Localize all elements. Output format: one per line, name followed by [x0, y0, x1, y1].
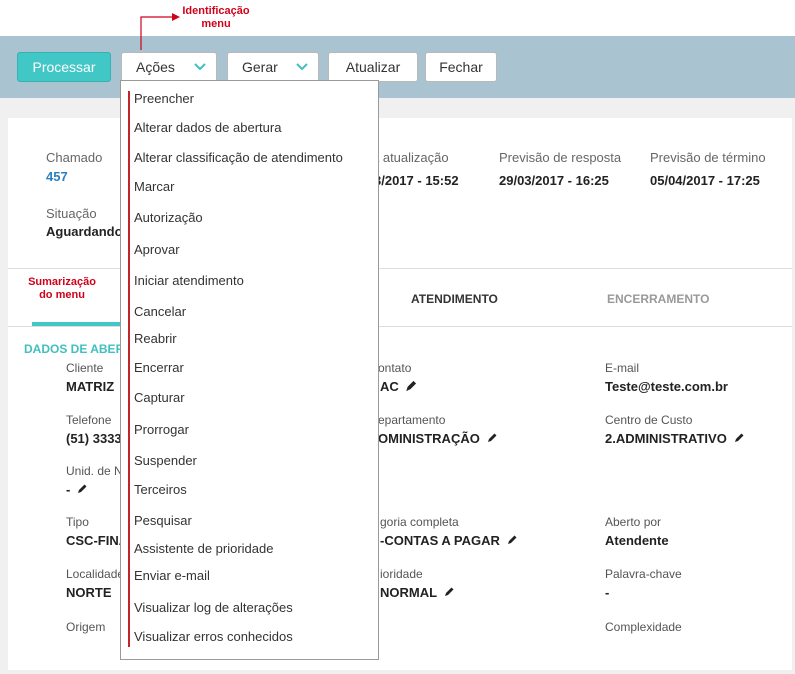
prioridade-label: ioridade: [380, 567, 423, 581]
menu-summary-bar: [128, 91, 130, 647]
annotation-top-line1: Identificação: [182, 5, 250, 17]
cliente-label: Cliente: [66, 361, 104, 375]
menu-item-preencher[interactable]: Preencher: [134, 91, 194, 106]
acoes-dropdown-menu: Preencher Alterar dados de abertura Alte…: [120, 80, 379, 660]
complexidade-label: Complexidade: [605, 620, 682, 634]
gerar-dropdown-button[interactable]: Gerar: [227, 52, 319, 82]
fechar-label: Fechar: [439, 59, 483, 75]
previsao-termino-value: 05/04/2017 - 17:25: [650, 173, 760, 188]
situacao-label: Situação: [46, 206, 97, 221]
prioridade-value: NORMAL: [380, 585, 438, 600]
menu-item-encerrar[interactable]: Encerrar: [134, 360, 184, 375]
tab-encerramento[interactable]: ENCERRAMENTO: [607, 292, 709, 306]
annotation-menu-identification: Identificação menu: [176, 5, 256, 31]
palavra-chave-label: Palavra-chave: [605, 567, 682, 581]
pencil-icon[interactable]: [76, 483, 88, 495]
tab-atendimento[interactable]: ATENDIMENTO: [411, 292, 498, 306]
menu-item-aprovar[interactable]: Aprovar: [134, 242, 180, 257]
email-label: E-mail: [605, 361, 640, 375]
menu-item-terceiros[interactable]: Terceiros: [134, 482, 187, 497]
chamado-value[interactable]: 457: [46, 169, 68, 184]
chevron-down-icon: [194, 63, 206, 71]
departamento-field: OMINISTRAÇÃO: [378, 431, 498, 446]
menu-item-autorizacao[interactable]: Autorização: [134, 210, 203, 225]
menu-item-cancelar[interactable]: Cancelar: [134, 304, 186, 319]
gerar-label: Gerar: [242, 59, 278, 75]
ultima-atualizacao-label: a atualização: [372, 150, 449, 165]
categoria-field: -CONTAS A PAGAR: [380, 533, 518, 548]
telefone-value: (51) 3333: [66, 431, 122, 446]
pencil-icon[interactable]: [486, 432, 498, 444]
menu-item-prorrogar[interactable]: Prorrogar: [134, 422, 189, 437]
centro-custo-label: Centro de Custo: [605, 413, 693, 427]
ultima-atualizacao-value: 3/2017 - 15:52: [374, 173, 459, 188]
cliente-value: MATRIZ: [66, 379, 115, 394]
palavra-chave-value: -: [605, 585, 610, 600]
categoria-label: goria completa: [380, 515, 459, 529]
menu-item-assistente-prioridade[interactable]: Assistente de prioridade: [134, 541, 273, 556]
unid-negocio-field: -: [66, 482, 88, 497]
atualizar-button[interactable]: Atualizar: [328, 52, 418, 82]
section-title: DADOS DE ABER: [24, 342, 125, 356]
origem-label: Origem: [66, 620, 106, 634]
departamento-label: epartamento: [378, 413, 446, 427]
menu-item-pesquisar[interactable]: Pesquisar: [134, 513, 192, 528]
acoes-label: Ações: [136, 59, 175, 75]
menu-item-alterar-classificacao[interactable]: Alterar classificação de atendimento: [134, 150, 343, 165]
email-value[interactable]: Teste@teste.com.br: [605, 379, 728, 394]
centro-custo-field: 2.ADMINISTRATIVO: [605, 431, 745, 446]
menu-item-reabrir[interactable]: Reabrir: [134, 331, 177, 346]
tipo-value: CSC-FINA: [66, 533, 129, 548]
annotation-menu-summary: Sumarização do menu: [22, 276, 102, 302]
menu-item-alterar-dados-abertura[interactable]: Alterar dados de abertura: [134, 120, 281, 135]
pencil-icon[interactable]: [506, 534, 518, 546]
contato-value: AC: [380, 379, 399, 394]
pencil-icon[interactable]: [733, 432, 745, 444]
top-area: [0, 0, 795, 36]
departamento-value: OMINISTRAÇÃO: [378, 431, 480, 446]
processar-label: Processar: [32, 59, 96, 75]
annotation-top-line2: menu: [201, 18, 231, 30]
fechar-button[interactable]: Fechar: [425, 52, 497, 82]
localidade-value: NORTE: [66, 585, 112, 600]
aberto-por-label: Aberto por: [605, 515, 662, 529]
menu-item-visualizar-log[interactable]: Visualizar log de alterações: [134, 600, 293, 615]
menu-item-enviar-email[interactable]: Enviar e-mail: [134, 568, 210, 583]
menu-item-visualizar-erros[interactable]: Visualizar erros conhecidos: [134, 629, 293, 644]
acoes-dropdown-button[interactable]: Ações: [121, 52, 217, 82]
processar-button[interactable]: Processar: [17, 52, 111, 82]
contato-label: ontato: [378, 361, 412, 375]
chamado-label: Chamado: [46, 150, 103, 165]
centro-custo-value: 2.ADMINISTRATIVO: [605, 431, 727, 446]
telefone-label: Telefone: [66, 413, 112, 427]
annotation-side-line2: do menu: [39, 289, 85, 301]
previsao-termino-label: Previsão de término: [650, 150, 766, 165]
menu-item-capturar[interactable]: Capturar: [134, 390, 185, 405]
annotation-side-line1: Sumarização: [28, 276, 96, 288]
aberto-por-value: Atendente: [605, 533, 669, 548]
localidade-label: Localidade: [66, 567, 125, 581]
contato-field: AC: [380, 379, 417, 394]
menu-item-iniciar-atendimento[interactable]: Iniciar atendimento: [134, 273, 244, 288]
chevron-down-icon: [296, 63, 308, 71]
pencil-icon[interactable]: [405, 380, 417, 392]
previsao-resposta-label: Previsão de resposta: [499, 150, 622, 165]
categoria-value: -CONTAS A PAGAR: [380, 533, 500, 548]
menu-item-marcar[interactable]: Marcar: [134, 179, 174, 194]
previsao-resposta-value: 29/03/2017 - 16:25: [499, 173, 609, 188]
menu-item-suspender[interactable]: Suspender: [134, 453, 197, 468]
tipo-label: Tipo: [66, 515, 89, 529]
pencil-icon[interactable]: [443, 586, 455, 598]
situacao-value: Aguardando: [46, 224, 123, 239]
prioridade-field: NORMAL: [380, 585, 455, 600]
atualizar-label: Atualizar: [345, 59, 401, 75]
unid-negocio-value: -: [66, 482, 71, 497]
